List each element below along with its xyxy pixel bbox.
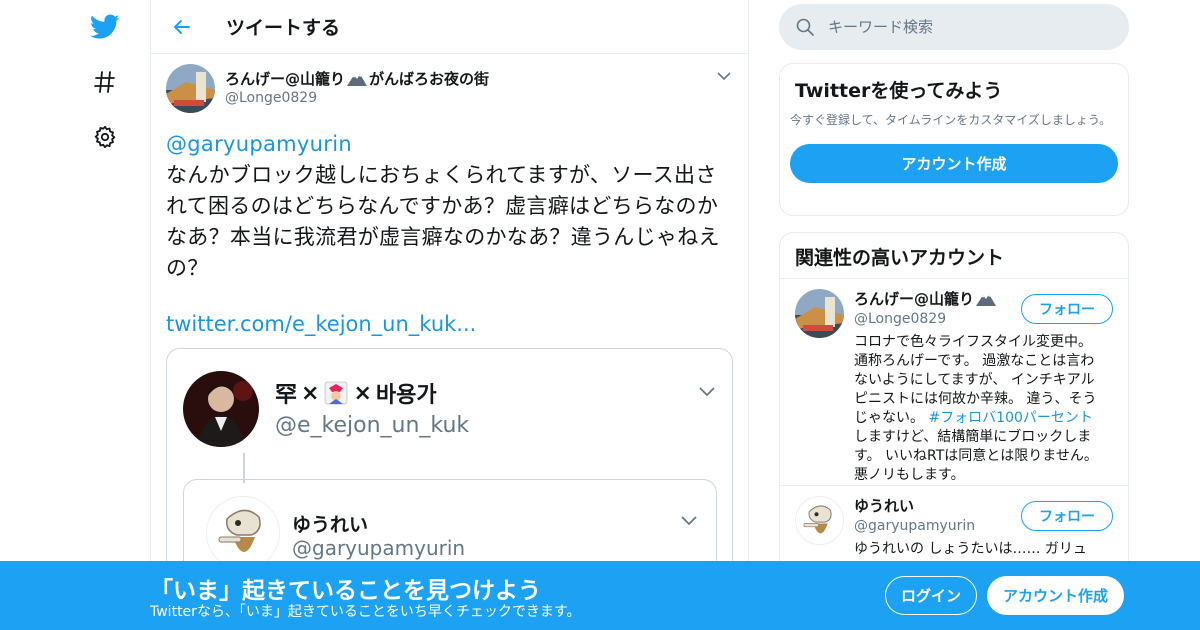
nested-quote-author-handle: @garyupamyurin [292,536,466,560]
search-box[interactable] [779,4,1129,50]
hashtag-icon [94,71,115,93]
avatar[interactable] [795,496,844,545]
signup-button[interactable]: アカウント作成 [987,576,1124,615]
gear-icon [94,125,116,149]
follow-button[interactable]: フォロー [1021,294,1113,324]
right-sidebar: Twitterを使ってみよう 今すぐ登録して、タイムラインをカスタマイズしましょ… [779,0,1129,572]
search-input[interactable] [828,18,1088,36]
signup-card-description: 今すぐ登録して、タイムラインをカスタマイズしましょう。 [790,113,1112,127]
avatar[interactable] [795,289,844,338]
create-account-button[interactable]: アカウント作成 [790,144,1118,183]
quote-author-name[interactable]: 罕 × × 바용가 [275,377,437,409]
quote-menu-button[interactable] [696,381,718,403]
tweet-menu-button[interactable] [714,66,734,86]
mountain-emoji-icon [347,73,368,86]
chevron-down-icon [681,516,697,526]
main-column: ツイートする ろんげー@山籠り がんばろお夜の街 @Longe0829 @gar… [150,0,749,630]
related-accounts-card: 関連性の高いアカウント ろんげー@山籠り @Longe0829 コロナで色々ライ… [779,232,1129,572]
login-button[interactable]: ログイン [885,576,977,615]
nested-quote-author-name[interactable]: ゆうれい [292,510,368,537]
left-nav [0,0,150,630]
related-accounts-title: 関連性の高いアカウント [780,233,1128,279]
chevron-down-icon [699,387,715,397]
tweet-url-link[interactable]: twitter.com/e_kejon_un_kuk... [166,312,733,336]
account-item[interactable]: ゆうれい @garyupamyurin ゆうれいの しょうたいは…… ガリュ フ… [780,485,1128,559]
tweet: ろんげー@山籠り がんばろお夜の街 @Longe0829 @garyupamyu… [151,54,748,588]
mountain-emoji-icon [976,293,997,306]
twitter-bird-icon [90,14,120,39]
author-info: ろんげー@山籠り がんばろお夜の街 @Longe0829 [225,68,489,106]
back-arrow-icon [174,19,190,34]
page-title: ツイートする [226,17,341,39]
nested-quote-menu-button[interactable] [678,510,700,532]
follow-button[interactable]: フォロー [1021,501,1113,531]
account-bio: コロナで色々ライフスタイル変更中。通称ろんげーです。 過激なことは言わないように… [854,334,1103,483]
nested-quote-avatar[interactable] [206,496,280,570]
signup-card-title: Twitterを使ってみよう [795,80,1003,102]
signup-card: Twitterを使ってみよう 今すぐ登録して、タイムラインをカスタマイズしましょ… [779,63,1129,216]
tweet-author: ろんげー@山籠り がんばろお夜の街 @Longe0829 [166,64,733,118]
chevron-down-icon [717,71,731,80]
search-icon [796,18,814,36]
hashtag-link[interactable]: #フォロバ100パーセント [928,410,1092,426]
signup-banner: 「いま」起きていることを見つけよう Twitterなら、「いま」起きていることを… [0,561,1200,630]
settings-button[interactable] [85,117,125,157]
page-header: ツイートする [151,0,748,54]
quote-avatar[interactable] [183,371,259,447]
explore-button[interactable] [85,62,125,102]
tweet-body: なんかブロック越しにおちょくられてますが、ソース出されて困るのはどちらなんですか… [166,163,720,280]
avatar[interactable] [166,64,215,113]
banner-subtitle: Twitterなら、「いま」起きていることをいち早くチェックできます。 [150,604,581,620]
twitter-logo-button[interactable] [85,7,125,47]
jester-emoji-icon [324,381,348,405]
quoted-tweet[interactable]: 罕 × × 바용가 @e_kejon_un_kuk ゆうれい @garyupam… [166,348,733,588]
quote-author-handle: @e_kejon_un_kuk [275,413,470,438]
author-handle: @Longe0829 [225,90,318,106]
author-name[interactable]: ろんげー@山籠り がんばろお夜の街 [225,68,489,89]
back-button[interactable] [162,7,202,47]
tweet-text: @garyupamyurin なんかブロック越しにおちょくられてますが、ソース出… [166,129,733,284]
account-bio: ゆうれいの しょうたいは…… ガリュ [854,541,1087,557]
account-item[interactable]: ろんげー@山籠り @Longe0829 コロナで色々ライフスタイル変更中。通称ろ… [780,279,1128,485]
mention-link[interactable]: @garyupamyurin [166,132,352,156]
banner-title: 「いま」起きていることを見つけよう [150,578,541,604]
